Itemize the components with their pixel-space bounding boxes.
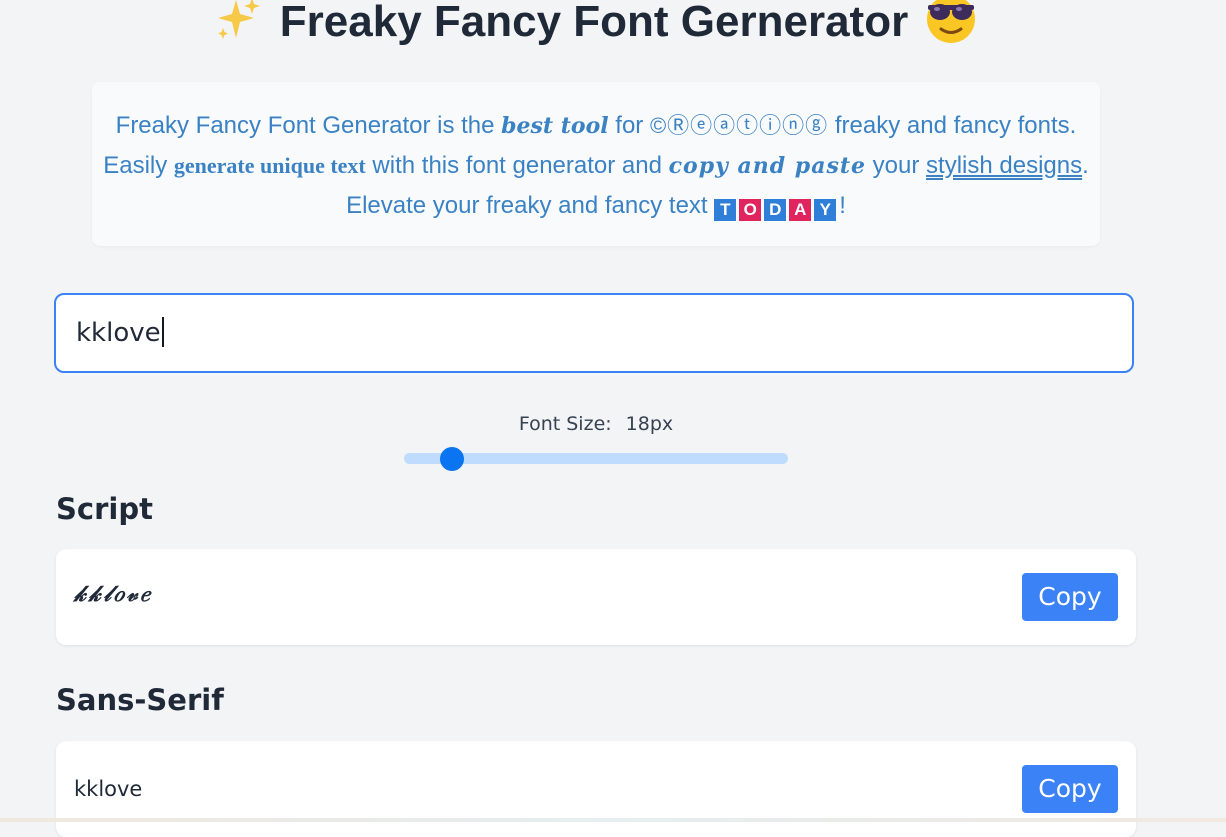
font-sample-script: 𝓀𝓀𝓁𝑜𝓋𝑒 <box>74 581 153 607</box>
copy-button-sans-serif[interactable]: Copy <box>1022 765 1118 813</box>
intro-segment: ! <box>839 192 846 219</box>
font-size-value: 18px <box>625 413 674 435</box>
font-size-slider-thumb[interactable] <box>440 447 464 471</box>
font-card-script: 𝓀𝓀𝓁𝑜𝓋𝑒 Copy <box>56 549 1136 645</box>
today-letter-box: T <box>714 199 737 221</box>
intro-best-tool: best tool <box>501 113 609 139</box>
today-letter-box: O <box>739 199 762 221</box>
intro-segment: for <box>608 112 650 139</box>
section-heading-sans-serif: Sans-Serif <box>56 683 224 717</box>
section-heading-script: Script <box>56 492 153 526</box>
intro-segment: Freaky Fancy Font Generator is the <box>115 112 502 139</box>
font-sample-sans-serif: kklove <box>74 777 143 801</box>
font-size-label-row: Font Size: 18px <box>404 413 788 435</box>
intro-text: Freaky Fancy Font Generator is the best … <box>92 106 1100 225</box>
intro-stylish-designs: stylish designs <box>926 152 1083 179</box>
page-title: Freaky Fancy Font Gernerator <box>0 0 1192 52</box>
text-cursor <box>161 317 164 347</box>
text-input-field[interactable]: kklove <box>54 293 1134 373</box>
text-input-value-text: kklove <box>76 318 161 348</box>
sparkles-icon <box>214 0 262 44</box>
intro-panel: Freaky Fancy Font Generator is the best … <box>92 82 1100 246</box>
text-input-value[interactable]: kklove <box>76 317 164 348</box>
title-text: Freaky Fancy Font Gernerator <box>279 0 909 46</box>
intro-creating: ©Ⓡⓔⓐⓣⓘⓝⓖ <box>649 113 829 138</box>
intro-generate-unique-text: generate unique text <box>173 153 366 178</box>
intro-segment: your <box>866 152 927 179</box>
page-bottom-edge <box>0 818 1226 822</box>
today-letter-box: D <box>764 199 787 221</box>
font-size-label: Font Size: <box>518 413 612 435</box>
intro-copy-and-paste: copy and paste <box>668 153 866 179</box>
intro-segment: with this font generator and <box>365 152 669 179</box>
today-letter-box: Y <box>814 199 837 221</box>
sunglasses-face-icon <box>924 0 978 45</box>
font-card-sans-serif: kklove Copy <box>56 741 1136 837</box>
copy-button-script[interactable]: Copy <box>1022 573 1118 621</box>
today-letter-box: A <box>789 199 812 221</box>
